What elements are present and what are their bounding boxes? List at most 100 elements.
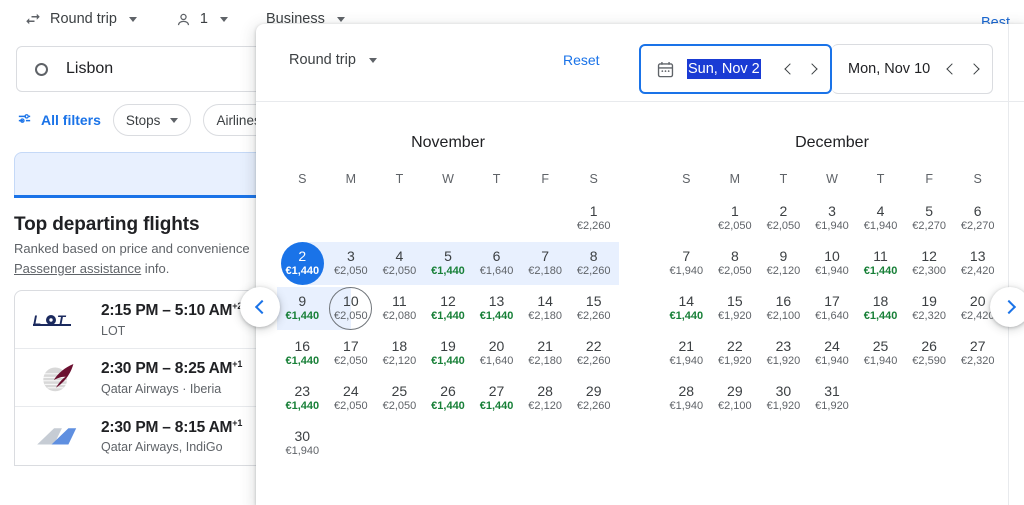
departure-date-nav xyxy=(784,63,818,75)
calendar-day-cell[interactable]: 6 €2,270 xyxy=(953,196,1002,241)
calendar-day-cell[interactable]: 2 €2,050 xyxy=(759,196,808,241)
calendar-day-cell[interactable]: 16 €1,440 xyxy=(278,331,327,376)
calendar-day-cell[interactable]: 23 €1,920 xyxy=(759,331,808,376)
calendar-months: November S M T W T F S 1 €2,260 2 €1,440 3 €2,050 4 €2,… xyxy=(256,102,1024,466)
date-picker-trip-type-selector[interactable]: Round trip xyxy=(289,52,377,68)
calendar-day-cell[interactable]: 17 €1,640 xyxy=(808,286,857,331)
origin-value: Lisbon xyxy=(66,60,114,77)
calendar-day-cell[interactable]: 10 €1,940 xyxy=(808,241,857,286)
calendar-day-cell[interactable]: 24 €1,940 xyxy=(808,331,857,376)
calendar-day-cell[interactable]: 15 €1,920 xyxy=(711,286,760,331)
calendar-day-cell[interactable]: 30 €1,920 xyxy=(759,376,808,421)
flight-carrier: Qatar Airways · Iberia xyxy=(101,381,222,396)
calendar-day-cell[interactable]: 1 €2,260 xyxy=(569,196,618,241)
calendar-day-cell[interactable]: 22 €2,260 xyxy=(569,331,618,376)
calendar-day-cell[interactable]: 13 €2,420 xyxy=(953,241,1002,286)
reset-button[interactable]: Reset xyxy=(563,52,600,68)
calendar-day-cell[interactable]: 7 €1,940 xyxy=(662,241,711,286)
calendar-day-cell[interactable]: 20 €1,640 xyxy=(472,331,521,376)
calendar-day-cell[interactable]: 13 €1,440 xyxy=(472,286,521,331)
weekday-header-row: SMTWTFS xyxy=(256,172,640,186)
chevron-left-icon[interactable] xyxy=(946,63,958,75)
calendar-day-cell[interactable]: 30 €1,940 xyxy=(278,421,327,466)
trip-type-selector[interactable]: Round trip xyxy=(16,6,145,32)
calendar-day-cell[interactable]: 4 €1,940 xyxy=(856,196,905,241)
calendar-day-cell[interactable]: 28 €2,120 xyxy=(521,376,570,421)
calendar-day-inner: 9 €2,120 xyxy=(762,242,805,285)
calendar-day-cell[interactable]: 15 €2,260 xyxy=(569,286,618,331)
calendar-day-cell[interactable]: 10 €2,050 xyxy=(325,286,376,331)
calendar-day-number: 2 xyxy=(779,203,788,220)
departure-date-field[interactable]: Sun, Nov 2 xyxy=(639,44,832,94)
calendar-day-cell[interactable]: 12 €2,300 xyxy=(905,241,954,286)
calendar-day-cell[interactable]: 25 €1,940 xyxy=(856,331,905,376)
calendar-day-cell[interactable]: 21 €2,180 xyxy=(521,331,570,376)
calendar-day-cell[interactable]: 21 €1,940 xyxy=(662,331,711,376)
calendar-day-price: €1,640 xyxy=(815,310,849,323)
calendar-day-cell[interactable]: 19 €2,320 xyxy=(905,286,954,331)
calendar-day-cell[interactable]: 7 €2,180 xyxy=(519,241,571,286)
flight-times-text: 2:30 PM – 8:15 AM xyxy=(101,419,233,437)
passengers-selector[interactable]: 1 xyxy=(167,7,236,32)
calendar-day-cell[interactable]: 29 €2,260 xyxy=(569,376,618,421)
calendar-day-cell[interactable]: 8 €2,260 xyxy=(568,241,619,286)
calendar-day-cell[interactable]: 11 €2,080 xyxy=(375,286,424,331)
calendar-day-cell[interactable]: 9 €1,440 xyxy=(277,286,328,331)
calendar-day-number: 9 xyxy=(298,293,307,310)
calendar-day-cell[interactable]: 3 €2,050 xyxy=(325,241,377,286)
filter-chip-stops[interactable]: Stops xyxy=(112,104,192,136)
calendar-day-cell[interactable]: 26 €1,440 xyxy=(424,376,473,421)
calendar-day-price: €1,440 xyxy=(285,355,320,368)
calendar-day-price: €2,270 xyxy=(960,220,995,233)
calendar-day-cell[interactable]: 8 €2,050 xyxy=(711,241,760,286)
month-title: December xyxy=(795,134,869,151)
calendar-day-cell[interactable]: 12 €1,440 xyxy=(424,286,473,331)
carousel-prev-button[interactable] xyxy=(240,287,280,327)
calendar-day-cell[interactable]: 27 €2,320 xyxy=(953,331,1002,376)
calendar-day-cell[interactable]: 9 €2,120 xyxy=(759,241,808,286)
chevron-right-icon[interactable] xyxy=(968,63,980,75)
calendar-day-cell[interactable]: 14 €1,440 xyxy=(662,286,711,331)
calendar-day-cell[interactable]: 18 €1,440 xyxy=(856,286,905,331)
calendar-day-cell[interactable]: 5 €2,270 xyxy=(905,196,954,241)
calendar-day-cell[interactable]: 11 €1,440 xyxy=(856,241,905,286)
calendar-day-cell[interactable]: 31 €1,920 xyxy=(808,376,857,421)
calendar-day-price: €1,920 xyxy=(815,400,849,413)
calendar-day-cell[interactable]: 3 €1,940 xyxy=(808,196,857,241)
chevron-left-icon[interactable] xyxy=(784,63,796,75)
calendar-day-number: 25 xyxy=(391,383,408,400)
calendar-day-cell[interactable]: 17 €2,050 xyxy=(327,331,376,376)
weekday-header: T xyxy=(779,172,788,186)
calendar-day-inner: 3 €1,940 xyxy=(810,197,853,240)
origin-circle-icon xyxy=(35,62,48,76)
calendar-day-cell[interactable]: 28 €1,940 xyxy=(662,376,711,421)
all-filters-button[interactable]: All filters xyxy=(16,110,101,130)
calendar-day-cell[interactable]: 25 €2,050 xyxy=(375,376,424,421)
carousel-next-button[interactable] xyxy=(990,287,1024,327)
calendar-day-price: €1,440 xyxy=(285,310,320,323)
chevron-right-icon[interactable] xyxy=(806,63,818,75)
calendar-day-cell[interactable]: 22 €1,920 xyxy=(711,331,760,376)
calendar-day-cell[interactable]: 16 €2,100 xyxy=(759,286,808,331)
calendar-day-cell[interactable]: 5 €1,440 xyxy=(422,241,474,286)
calendar-day-cell[interactable]: 27 €1,440 xyxy=(472,376,521,421)
calendar-day-cell[interactable]: 2 €1,440 xyxy=(278,241,328,286)
flight-carrier: Qatar Airways, IndiGo xyxy=(101,440,223,455)
calendar-day-cell[interactable]: 29 €2,100 xyxy=(711,376,760,421)
calendar-day-cell[interactable]: 18 €2,120 xyxy=(375,331,424,376)
calendar-day-inner: 28 €2,120 xyxy=(524,377,567,420)
indigo-logo xyxy=(29,419,87,453)
calendar-day-cell[interactable]: 14 €2,180 xyxy=(521,286,570,331)
calendar-day-cell[interactable]: 19 €1,440 xyxy=(424,331,473,376)
calendar-cell-empty xyxy=(278,196,327,241)
calendar-day-cell[interactable]: 24 €2,050 xyxy=(327,376,376,421)
passenger-assistance-link[interactable]: Passenger assistance xyxy=(14,261,141,276)
calendar-day-cell[interactable]: 1 €2,050 xyxy=(711,196,760,241)
calendar-day-cell[interactable]: 6 €1,640 xyxy=(471,241,522,286)
calendar-day-inner: 19 €2,320 xyxy=(908,287,951,330)
calendar-grid: 1 €2,050 2 €2,050 3 €1,940 4 €1,940 5 €2,270 6 €2,2… xyxy=(640,196,1024,421)
calendar-day-cell[interactable]: 23 €1,440 xyxy=(278,376,327,421)
calendar-day-cell[interactable]: 26 €2,590 xyxy=(905,331,954,376)
calendar-day-cell[interactable]: 4 €2,050 xyxy=(374,241,425,286)
return-date-field[interactable]: Mon, Nov 10 xyxy=(832,44,993,94)
